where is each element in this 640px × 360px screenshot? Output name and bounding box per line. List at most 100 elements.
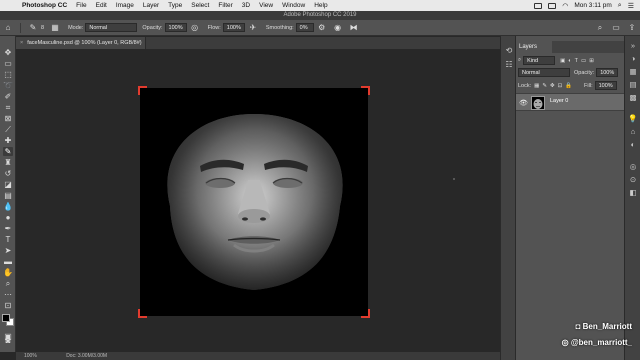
menu-list-icon[interactable]: ☰ xyxy=(628,2,634,10)
fill-field[interactable]: 100% xyxy=(594,81,617,90)
apple-icon[interactable] xyxy=(6,2,14,10)
mode-select[interactable]: Normal xyxy=(85,23,138,32)
layer-name[interactable]: Layer 0 xyxy=(550,98,568,104)
libraries-icon[interactable]: ⌂ xyxy=(628,127,638,136)
swatches-icon[interactable]: ▦ xyxy=(628,67,638,76)
menu-window[interactable]: Window xyxy=(282,2,305,9)
menu-filter[interactable]: Filter xyxy=(218,2,232,9)
more-icon[interactable]: ⋯ xyxy=(3,290,13,299)
pressure-opacity-icon[interactable]: ◎ xyxy=(191,23,199,32)
menu-layer[interactable]: Layer xyxy=(143,2,159,9)
brush-icon[interactable]: ✎ xyxy=(3,147,13,156)
visibility-eye-icon[interactable]: 👁 xyxy=(519,99,528,107)
canvas-area[interactable] xyxy=(16,49,500,352)
brush-panel-icon[interactable]: ▦ xyxy=(51,23,59,32)
color-icon[interactable]: ◑ xyxy=(628,54,638,63)
menu-image[interactable]: Image xyxy=(116,2,134,9)
learn-icon[interactable]: 💡 xyxy=(628,114,638,123)
wifi-icon[interactable]: ◠ xyxy=(562,2,568,10)
menu-edit[interactable]: Edit xyxy=(96,2,107,9)
close-icon[interactable]: × xyxy=(20,40,23,46)
history-icon[interactable]: ⟲ xyxy=(504,46,514,55)
filter-search-icon[interactable]: ⌕ xyxy=(518,57,521,64)
screen-icon[interactable] xyxy=(534,2,543,9)
healing-icon[interactable]: ✚ xyxy=(3,136,13,145)
crop-handle-bottom-right[interactable] xyxy=(361,309,370,318)
brush-size[interactable]: 8 xyxy=(41,25,44,31)
adjustments-icon[interactable]: ◐ xyxy=(628,140,638,149)
flow-field[interactable]: 100% xyxy=(222,23,245,32)
gradient-icon[interactable]: ▤ xyxy=(3,191,13,200)
lasso-icon[interactable]: ➰ xyxy=(3,81,13,90)
menu-select[interactable]: Select xyxy=(191,2,209,9)
eraser-icon[interactable]: ◪ xyxy=(3,180,13,189)
airbrush-icon[interactable]: ✈ xyxy=(249,23,257,32)
move-icon[interactable]: ✥ xyxy=(3,48,13,57)
screen-mode-icon[interactable]: ▣ xyxy=(3,332,13,341)
lock-position-icon[interactable]: ✥ xyxy=(550,83,555,89)
home-icon[interactable]: ⌂ xyxy=(4,23,12,32)
properties-icon[interactable]: ☷ xyxy=(504,60,514,69)
layers-icon[interactable]: ◧ xyxy=(628,188,638,197)
menu-help[interactable]: Help xyxy=(314,2,327,9)
layer-opacity-field[interactable]: 100% xyxy=(596,68,619,77)
crop-handle-top-left[interactable] xyxy=(138,86,147,95)
document-tab[interactable]: × faceMasculine.psd @ 100% (Layer 0, RGB/… xyxy=(16,37,146,49)
share-icon[interactable]: ⇪ xyxy=(628,23,636,32)
frame-icon[interactable]: ⊠ xyxy=(3,114,13,123)
zoom-level[interactable]: 100% xyxy=(24,353,37,359)
opacity-field[interactable]: 100% xyxy=(164,23,187,32)
rectangle-icon[interactable]: ▬ xyxy=(3,257,13,266)
menu-3d[interactable]: 3D xyxy=(242,2,250,9)
dodge-icon[interactable]: ● xyxy=(3,213,13,222)
symmetry-icon[interactable]: ⧓ xyxy=(350,23,358,32)
lock-paint-icon[interactable]: ✎ xyxy=(542,83,547,89)
pen-icon[interactable]: ✒ xyxy=(3,224,13,233)
filter-adjust-icon[interactable]: ◐ xyxy=(568,58,571,64)
crop-handle-top-right[interactable] xyxy=(361,86,370,95)
eyedropper-icon[interactable]: ⟋ xyxy=(3,125,13,134)
collapse-icon[interactable]: » xyxy=(628,41,638,50)
clock[interactable]: Mon 3:11 pm xyxy=(574,2,611,9)
marquee-icon[interactable]: ⬚ xyxy=(3,70,13,79)
filter-type-icon[interactable]: T xyxy=(575,58,578,64)
clone-stamp-icon[interactable]: ♜ xyxy=(3,158,13,167)
zoom-icon[interactable]: ⌕ xyxy=(3,279,13,288)
pressure-size-icon[interactable]: ◉ xyxy=(334,23,342,32)
filter-smart-icon[interactable]: ⊞ xyxy=(589,58,594,64)
layer-thumbnail[interactable] xyxy=(531,96,545,110)
gear-icon[interactable]: ⚙ xyxy=(318,23,326,32)
hand-icon[interactable]: ✋ xyxy=(3,268,13,277)
menu-view[interactable]: View xyxy=(259,2,273,9)
search-icon[interactable]: ⌕ xyxy=(596,23,604,32)
crop-icon[interactable]: ⌗ xyxy=(3,103,13,112)
type-icon[interactable]: T xyxy=(3,235,13,244)
lock-pixels-icon[interactable]: ▦ xyxy=(534,83,539,89)
smoothing-field[interactable]: 0% xyxy=(295,23,314,32)
tab-layers[interactable]: Layers xyxy=(516,41,552,53)
doc-size[interactable]: Doc: 3.00M/3.00M xyxy=(66,353,107,359)
channels-icon[interactable]: ◎ xyxy=(628,162,638,171)
menu-app-name[interactable]: Photoshop CC xyxy=(22,2,67,9)
edit-toolbar-icon[interactable]: ⊡ xyxy=(3,301,13,310)
lock-artboard-icon[interactable]: ⊡ xyxy=(558,83,563,89)
quick-select-icon[interactable]: ✐ xyxy=(3,92,13,101)
gradients-icon[interactable]: ▤ xyxy=(628,80,638,89)
search-icon[interactable]: ⌕ xyxy=(618,2,622,10)
layer-row[interactable]: 👁 Layer 0 xyxy=(516,93,624,111)
paths-icon[interactable]: ⊙ xyxy=(628,175,638,184)
document-canvas[interactable] xyxy=(138,86,370,318)
menu-file[interactable]: File xyxy=(76,2,86,9)
lock-all-icon[interactable]: 🔒 xyxy=(565,83,572,89)
patterns-icon[interactable]: ▩ xyxy=(628,93,638,102)
crop-handle-bottom-left[interactable] xyxy=(138,309,147,318)
blend-mode-select[interactable]: Normal xyxy=(518,68,570,77)
blur-icon[interactable]: 💧 xyxy=(3,202,13,211)
path-select-icon[interactable]: ➤ xyxy=(3,246,13,255)
filter-shape-icon[interactable]: ▭ xyxy=(581,58,586,64)
filter-pixel-icon[interactable]: ▣ xyxy=(560,58,565,64)
foreground-color-swatch[interactable] xyxy=(2,314,10,322)
battery-icon[interactable] xyxy=(548,2,557,9)
history-brush-icon[interactable]: ↺ xyxy=(3,169,13,178)
menu-type[interactable]: Type xyxy=(168,2,182,9)
